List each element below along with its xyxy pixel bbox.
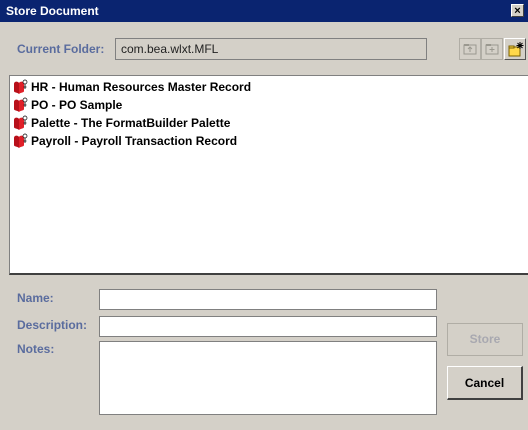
- description-label: Description:: [17, 318, 88, 332]
- current-folder-field: com.bea.wlxt.MFL: [115, 38, 427, 60]
- folder-up-button[interactable]: [459, 38, 481, 60]
- notes-label: Notes:: [17, 342, 55, 356]
- store-button[interactable]: Store: [447, 323, 523, 356]
- document-icon: [14, 115, 28, 130]
- current-folder-label: Current Folder:: [17, 42, 105, 56]
- new-folder-icon: [485, 44, 499, 55]
- list-item[interactable]: HR - Human Resources Master Record: [12, 78, 251, 96]
- notes-field[interactable]: [99, 341, 437, 415]
- document-icon: [14, 97, 28, 112]
- window-title: Store Document: [6, 4, 99, 18]
- close-button[interactable]: ×: [511, 4, 524, 17]
- cancel-button[interactable]: Cancel: [447, 366, 523, 400]
- document-icon: [14, 133, 28, 148]
- list-item-label: Payroll - Payroll Transaction Record: [31, 134, 238, 148]
- title-bar[interactable]: Store Document ×: [0, 0, 528, 22]
- new-item-button[interactable]: [504, 38, 526, 60]
- new-folder-button[interactable]: [481, 38, 503, 60]
- list-item-label: PO - PO Sample: [31, 98, 123, 112]
- list-item-label: Palette - The FormatBuilder Palette: [31, 116, 231, 130]
- list-item[interactable]: Palette - The FormatBuilder Palette: [12, 114, 230, 132]
- document-icon: [14, 79, 28, 94]
- folder-up-icon: [463, 44, 477, 55]
- document-list[interactable]: HR - Human Resources Master Record PO - …: [9, 75, 528, 275]
- new-item-icon: [508, 42, 524, 57]
- list-item[interactable]: PO - PO Sample: [12, 96, 122, 114]
- description-field[interactable]: [99, 316, 437, 337]
- list-item[interactable]: Payroll - Payroll Transaction Record: [12, 132, 237, 150]
- close-icon: ×: [514, 5, 521, 17]
- name-label: Name:: [17, 291, 54, 305]
- name-field[interactable]: [99, 289, 437, 310]
- store-document-dialog: Store Document × Current Folder: com.bea…: [0, 0, 528, 430]
- list-item-label: HR - Human Resources Master Record: [31, 80, 252, 94]
